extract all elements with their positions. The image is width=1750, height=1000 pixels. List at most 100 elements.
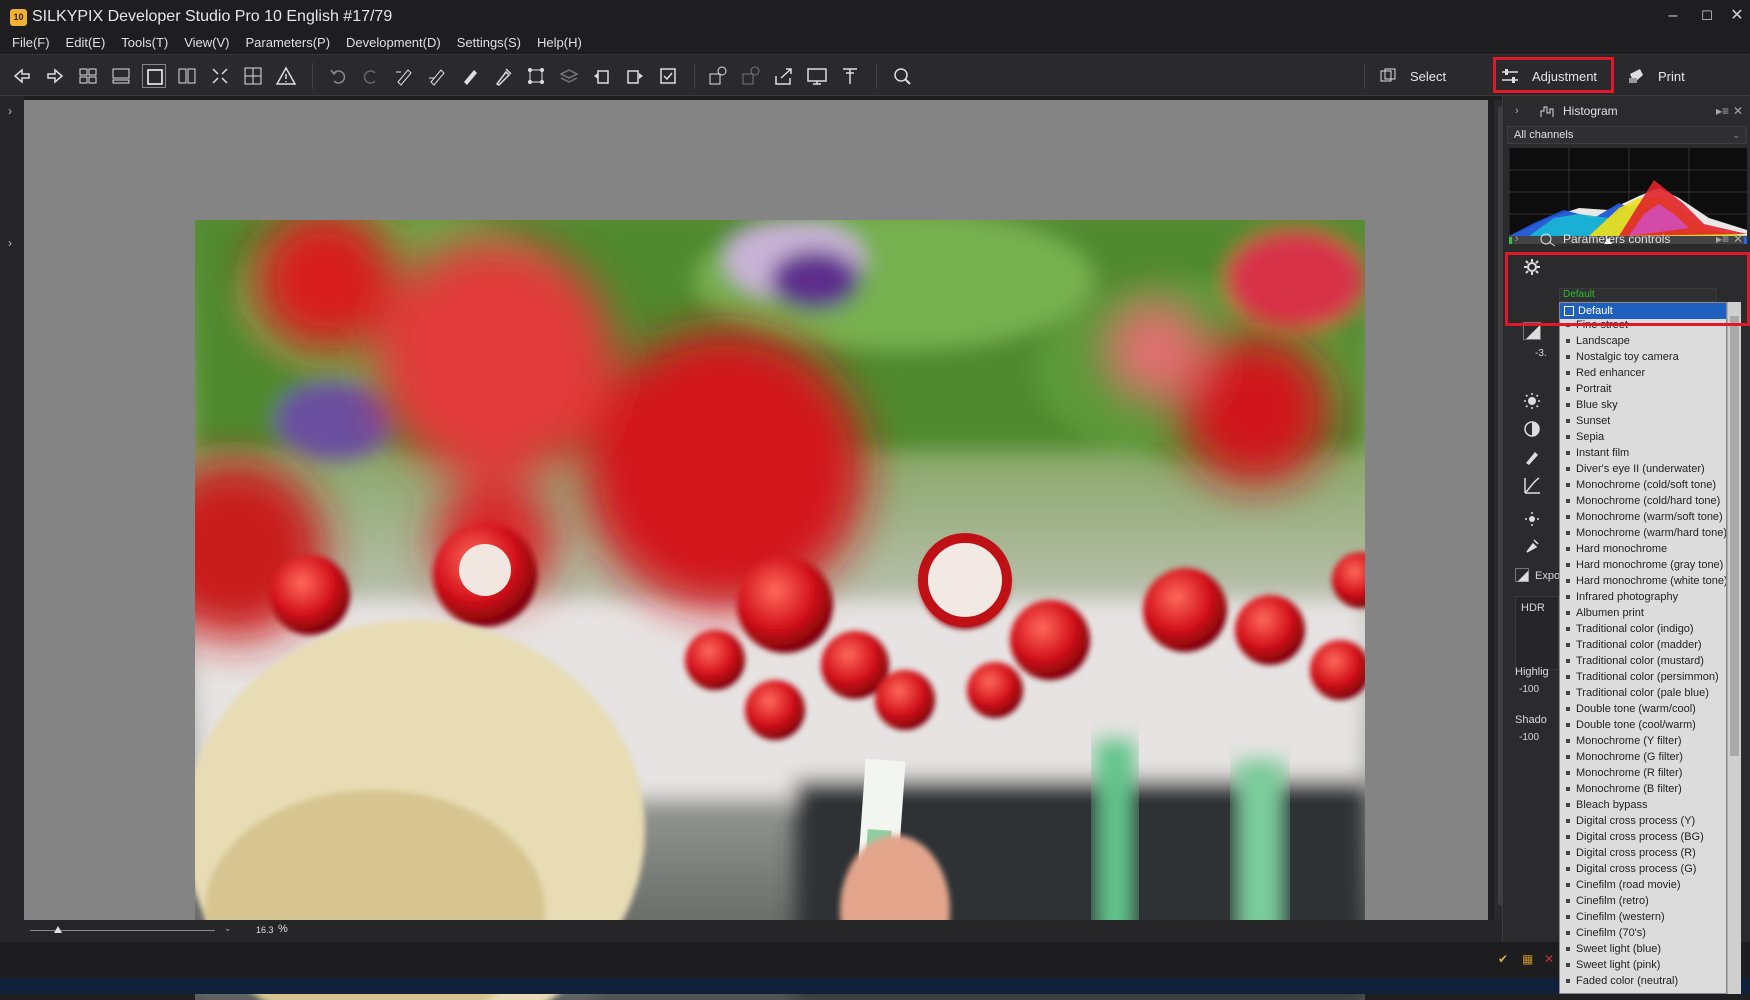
expand-panel-icon[interactable]: ›: [8, 236, 12, 250]
menu-help[interactable]: Help(H): [537, 32, 582, 54]
export-icon[interactable]: [772, 64, 796, 88]
compare-view-icon[interactable]: [175, 64, 199, 88]
menu-parameters[interactable]: Parameters(P): [246, 32, 331, 54]
preset-option[interactable]: Monochrome (warm/soft tone): [1560, 509, 1726, 525]
copy-icon[interactable]: ▦: [1522, 952, 1533, 966]
tools-icon[interactable]: [838, 64, 862, 88]
close-icon[interactable]: ✕: [1733, 232, 1743, 246]
preset-option[interactable]: Sweet light (pink): [1560, 957, 1726, 973]
preset-option[interactable]: Monochrome (B filter): [1560, 781, 1726, 797]
preset-option[interactable]: Albumen print: [1560, 605, 1726, 621]
copy-parameters-icon[interactable]: [392, 64, 416, 88]
preset-option[interactable]: Blue sky: [1560, 397, 1726, 413]
preset-option[interactable]: Hard monochrome (white tone): [1560, 573, 1726, 589]
crop-icon[interactable]: [524, 64, 548, 88]
layers-icon[interactable]: [557, 64, 581, 88]
preset-list-scrollbar[interactable]: [1727, 302, 1741, 994]
preset-option[interactable]: Cinefilm (western): [1560, 909, 1726, 925]
preset-option[interactable]: Hard monochrome (gray tone): [1560, 557, 1726, 573]
preset-option[interactable]: Double tone (warm/cool): [1560, 701, 1726, 717]
close-button[interactable]: ✕: [1722, 4, 1750, 28]
rotate-left-icon[interactable]: [590, 64, 614, 88]
expand-panel-icon[interactable]: ›: [8, 104, 12, 118]
paste-parameters-icon[interactable]: [425, 64, 449, 88]
preset-option[interactable]: Traditional color (madder): [1560, 637, 1726, 653]
next-image-icon[interactable]: [43, 64, 67, 88]
gear-icon[interactable]: [1523, 258, 1541, 276]
preset-option[interactable]: Traditional color (mustard): [1560, 653, 1726, 669]
close-icon[interactable]: ✕: [1733, 104, 1743, 118]
preset-option[interactable]: Double tone (cool/warm): [1560, 717, 1726, 733]
full-screen-icon[interactable]: [208, 64, 232, 88]
preset-option[interactable]: Sepia: [1560, 429, 1726, 445]
adjustment-mode-button[interactable]: Adjustment: [1500, 59, 1597, 93]
preset-option[interactable]: Landscape: [1560, 333, 1726, 349]
preset-option[interactable]: Fine street: [1560, 317, 1726, 333]
sun-icon[interactable]: [1523, 392, 1541, 410]
chevron-right-icon[interactable]: ›: [1515, 105, 1527, 117]
preset-dropdown-list[interactable]: Default Fine street Landscape Nostalgic to…: [1559, 302, 1727, 994]
preset-option[interactable]: Digital cross process (G): [1560, 861, 1726, 877]
batch-develop-icon[interactable]: [739, 64, 763, 88]
grid-view-icon[interactable]: [76, 64, 100, 88]
loupe-icon[interactable]: [890, 64, 914, 88]
reject-icon[interactable]: ✕: [1544, 952, 1554, 966]
chevron-down-icon[interactable]: ⌄: [224, 923, 232, 934]
redo-icon[interactable]: [359, 64, 383, 88]
contrast-icon[interactable]: [1523, 420, 1541, 438]
preset-option[interactable]: Digital cross process (BG): [1560, 829, 1726, 845]
mark-icon[interactable]: [656, 64, 680, 88]
histogram-panel-header[interactable]: › Histogram ▸≡ ✕: [1503, 98, 1750, 124]
preset-option[interactable]: Digital cross process (R): [1560, 845, 1726, 861]
preset-option[interactable]: Sweet light (blue): [1560, 941, 1726, 957]
rotate-right-icon[interactable]: [623, 64, 647, 88]
eyedropper-icon[interactable]: [491, 64, 515, 88]
develop-icon[interactable]: [706, 64, 730, 88]
preset-list-scrollbar-thumb[interactable]: [1730, 316, 1739, 756]
preset-option[interactable]: Traditional color (pale blue): [1560, 685, 1726, 701]
image-preview[interactable]: [24, 100, 1488, 1000]
brush-icon[interactable]: [458, 64, 482, 88]
parameters-panel-header[interactable]: › Parameters controls ▸≡ ✕: [1503, 226, 1750, 252]
menu-edit[interactable]: Edit(E): [66, 32, 106, 54]
zoom-value[interactable]: 16.3: [256, 925, 274, 935]
preset-option[interactable]: Monochrome (cold/soft tone): [1560, 477, 1726, 493]
grid-overlay-icon[interactable]: [241, 64, 265, 88]
menu-tools[interactable]: Tools(T): [121, 32, 168, 54]
preset-option[interactable]: Traditional color (persimmon): [1560, 669, 1726, 685]
preset-option[interactable]: Digital cross process (Y): [1560, 813, 1726, 829]
retouch-icon[interactable]: [1523, 536, 1541, 554]
exposure-preset-icon[interactable]: [1523, 322, 1541, 340]
preset-option[interactable]: Monochrome (Y filter): [1560, 733, 1726, 749]
preset-select[interactable]: Default: [1559, 288, 1717, 302]
menu-file[interactable]: File(F): [12, 32, 50, 54]
preset-option[interactable]: Diver's eye II (underwater): [1560, 461, 1726, 477]
preset-option[interactable]: Monochrome (cold/hard tone): [1560, 493, 1726, 509]
sun-small-icon[interactable]: [1523, 510, 1541, 528]
undo-icon[interactable]: [326, 64, 350, 88]
check-icon[interactable]: ✔: [1498, 952, 1508, 966]
preset-option[interactable]: Infrared photography: [1560, 589, 1726, 605]
panel-menu-icon[interactable]: ▸≡: [1716, 104, 1729, 118]
preset-option[interactable]: Traditional color (indigo): [1560, 621, 1726, 637]
monitor-icon[interactable]: [805, 64, 829, 88]
preset-option[interactable]: Nostalgic toy camera: [1560, 349, 1726, 365]
minimize-button[interactable]: –: [1658, 4, 1688, 28]
preset-option[interactable]: Cinefilm (70's): [1560, 925, 1726, 941]
filmstrip-view-icon[interactable]: [109, 64, 133, 88]
previous-image-icon[interactable]: [10, 64, 34, 88]
panel-menu-icon[interactable]: ▸≡: [1716, 232, 1729, 246]
zoom-slider-handle[interactable]: [54, 926, 62, 933]
single-view-icon[interactable]: [142, 64, 166, 88]
preset-option[interactable]: Sunset: [1560, 413, 1726, 429]
tone-curve-icon[interactable]: [1523, 476, 1541, 494]
preset-option[interactable]: Portrait: [1560, 381, 1726, 397]
menu-view[interactable]: View(V): [184, 32, 229, 54]
warning-icon[interactable]: [274, 64, 298, 88]
preset-option[interactable]: Red enhancer: [1560, 365, 1726, 381]
preset-option[interactable]: Monochrome (warm/hard tone): [1560, 525, 1726, 541]
exposure-icon[interactable]: [1515, 568, 1529, 582]
print-mode-button[interactable]: Print: [1626, 59, 1685, 93]
menu-settings[interactable]: Settings(S): [457, 32, 521, 54]
preset-option[interactable]: Faded color (neutral): [1560, 973, 1726, 989]
